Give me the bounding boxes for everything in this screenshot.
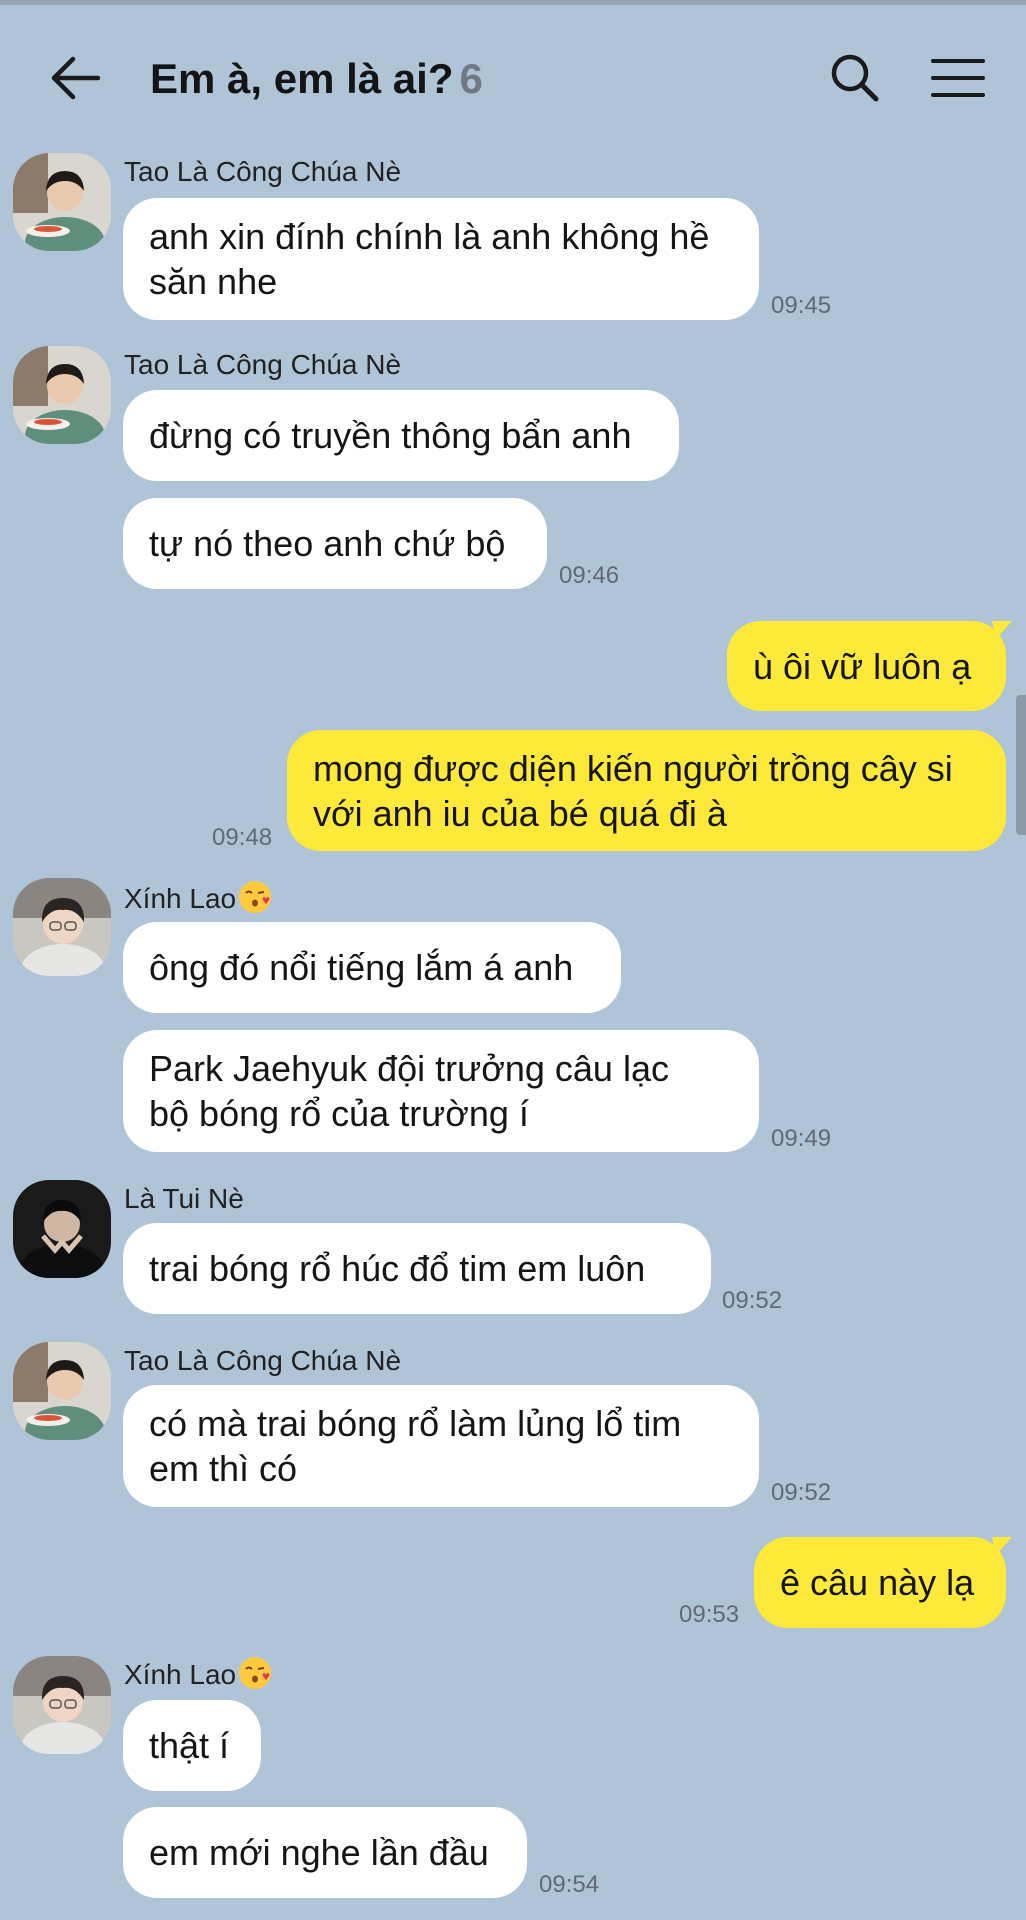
chat-title-text: Em à, em là ai?: [150, 55, 454, 102]
avatar[interactable]: [13, 878, 111, 976]
avatar-image: [13, 878, 111, 976]
message-bubble[interactable]: có mà trai bóng rổ làm lủng lổ tim em th…: [123, 1385, 759, 1507]
avatar[interactable]: [13, 346, 111, 444]
message-bubble-outgoing[interactable]: ù ôi vữ luôn ạ: [727, 621, 1006, 711]
message-time: 09:52: [771, 1479, 832, 1506]
message-bubble[interactable]: Park Jaehyuk đội trưởng câu lạc bộ bóng …: [123, 1030, 759, 1152]
message-time: 09:53: [679, 1601, 740, 1628]
avatar-image: [13, 153, 111, 251]
message-time: 09:52: [722, 1287, 783, 1314]
sender-name: Tao Là Công Chúa Nè: [124, 349, 402, 380]
sender-name: Tao Là Công Chúa Nè: [124, 156, 402, 187]
search-button[interactable]: [822, 45, 888, 111]
arrow-left-icon: [51, 56, 100, 100]
message-bubble[interactable]: ông đó nổi tiếng lắm á anh: [123, 922, 621, 1013]
menu-button[interactable]: [925, 45, 991, 111]
sender-name-text: Xính Lao: [124, 883, 237, 914]
sender-name-text: Xính Lao: [124, 1659, 237, 1690]
message-bubble[interactable]: em mới nghe lần đầu: [123, 1807, 527, 1898]
avatar-image: [13, 1342, 111, 1440]
avatar[interactable]: [13, 1656, 111, 1754]
avatar[interactable]: [13, 1342, 111, 1440]
message-time: 09:49: [771, 1125, 832, 1152]
chat-title[interactable]: Em à, em là ai? 6: [150, 55, 483, 103]
avatar-image: [13, 1656, 111, 1754]
message-bubble[interactable]: trai bóng rổ húc đổ tim em luôn: [123, 1223, 711, 1314]
sender-name: Xính Lao: [124, 1656, 272, 1692]
sender-name: Tao Là Công Chúa Nè: [124, 1345, 402, 1376]
sender-name: Là Tui Nè: [124, 1183, 244, 1214]
message-bubble-outgoing[interactable]: ê câu này lạ: [754, 1537, 1006, 1628]
avatar[interactable]: [13, 153, 111, 251]
message-time: 09:54: [539, 1871, 600, 1898]
bubble-tail: [992, 1537, 1012, 1555]
search-icon: [831, 54, 879, 102]
back-button[interactable]: [40, 43, 110, 113]
message-time: 09:48: [212, 824, 273, 851]
message-time: 09:46: [559, 562, 620, 589]
message-bubble-outgoing[interactable]: mong được diện kiến người trồng cây si v…: [287, 730, 1006, 851]
avatar-image: [13, 346, 111, 444]
kissing-face-emoji-icon: [239, 881, 272, 913]
avatar[interactable]: [13, 1180, 111, 1278]
message-time: 09:45: [771, 292, 832, 319]
message-bubble[interactable]: tự nó theo anh chứ bộ: [123, 498, 547, 589]
scrollbar[interactable]: [1016, 695, 1026, 835]
bubble-tail: [992, 621, 1012, 639]
hamburger-menu-icon: [931, 59, 985, 97]
chat-header: Em à, em là ai? 6: [0, 5, 1026, 145]
message-bubble[interactable]: thật í: [123, 1700, 261, 1791]
kissing-face-emoji-icon: [239, 1657, 272, 1689]
avatar-image: [13, 1180, 111, 1278]
message-bubble[interactable]: anh xin đính chính là anh không hề săn n…: [123, 198, 759, 320]
message-bubble[interactable]: đừng có truyền thông bẩn anh: [123, 390, 679, 481]
sender-name: Xính Lao: [124, 880, 272, 916]
member-count: 6: [459, 55, 483, 102]
